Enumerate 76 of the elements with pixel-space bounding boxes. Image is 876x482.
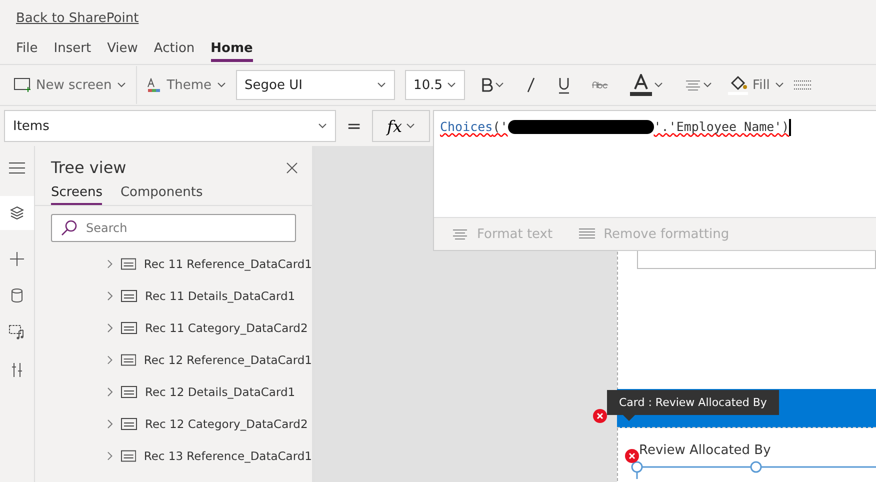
screen-add-icon [14,78,31,92]
panel-tab[interactable]: Screens [51,185,102,205]
menu-tab[interactable]: Action [154,41,195,62]
chevron-right-icon [107,419,113,429]
tree-item[interactable]: Rec 13 Reference_DataCard1 [35,440,312,472]
align-icon [684,79,701,91]
font-size-select[interactable]: 10.5 [404,70,465,100]
search-field[interactable]: Search [51,214,296,242]
font-select[interactable]: Segoe UI [236,70,395,100]
property-select[interactable]: Items [4,110,336,142]
equals-sign: = [345,116,363,136]
selection-handles[interactable] [631,459,876,479]
lines-icon [578,228,595,240]
theme-button[interactable]: Theme [146,78,226,92]
menu-tab[interactable]: File [16,41,38,62]
plus-icon[interactable] [10,252,24,266]
media-icon[interactable] [9,325,25,340]
italic-icon [526,77,536,93]
bold-icon [480,78,493,92]
menu-tab[interactable]: View [107,41,138,62]
card-icon [121,290,137,302]
chevron-right-icon [107,355,113,365]
chevron-down-icon [116,82,126,88]
card-icon [121,386,137,398]
tooltip: Card : Review Allocated By [607,390,779,421]
paint-bucket-icon [728,75,748,95]
card-icon [120,258,136,270]
chevron-down-icon [318,123,327,129]
layers-icon[interactable] [10,206,24,220]
panel-tab[interactable]: Components [120,185,203,205]
tree-item[interactable]: Rec 11 Reference_DataCard1 [35,248,312,280]
chevron-right-icon [107,291,113,301]
close-icon[interactable] [286,162,298,174]
chevron-down-icon [494,82,504,88]
chevron-down-icon [216,82,226,88]
tree-item[interactable]: Rec 12 Details_DataCard1 [35,376,312,408]
panel-title: Tree view [51,158,126,177]
tree-item[interactable]: Rec 12 Reference_DataCard1 [35,344,312,376]
menu-icon[interactable] [9,162,25,174]
menu-tab[interactable]: Home [210,41,253,62]
chevron-down-icon [376,82,386,88]
tools-icon[interactable] [11,362,23,378]
tree-item[interactable]: Rec 11 Category_DataCard2 [35,312,312,344]
chevron-right-icon [107,323,113,333]
card-icon [120,354,136,366]
grid-icon[interactable] [794,80,812,90]
fx-button[interactable]: fx [372,110,430,142]
underline-icon [558,76,570,94]
menu-tab[interactable]: Insert [54,41,92,62]
tooltip-pointer-icon [623,415,635,421]
card-icon [121,322,137,334]
error-icon [593,409,607,423]
cylinder-icon[interactable] [11,288,23,303]
chevron-down-icon [702,82,712,88]
format-lines-icon [452,228,468,240]
formula-editor[interactable]: Choices(' '.'Employee Name') [434,111,876,217]
font-color-icon [630,74,652,96]
chevron-down-icon [446,82,456,88]
chevron-right-icon [107,451,113,461]
tree-item[interactable]: Rec 12 Category_DataCard2 [35,408,312,440]
chevron-down-icon [406,123,415,129]
chevron-down-icon [774,82,784,88]
card-icon [120,450,136,462]
card-icon [121,418,137,430]
strikethrough-icon [592,81,608,89]
chevron-right-icon [107,259,113,269]
chevron-right-icon [107,387,113,397]
new-screen-button[interactable]: New screen [14,78,126,92]
theme-icon [146,78,162,92]
chevron-down-icon [654,82,663,88]
back-link[interactable]: Back to SharePoint [16,10,139,26]
error-icon [625,449,639,463]
field-label: Review Allocated By [639,443,771,458]
fill-button[interactable]: Fill [728,75,784,95]
search-icon [61,220,77,236]
tree-item[interactable]: Rec 11 Details_DataCard1 [35,280,312,312]
